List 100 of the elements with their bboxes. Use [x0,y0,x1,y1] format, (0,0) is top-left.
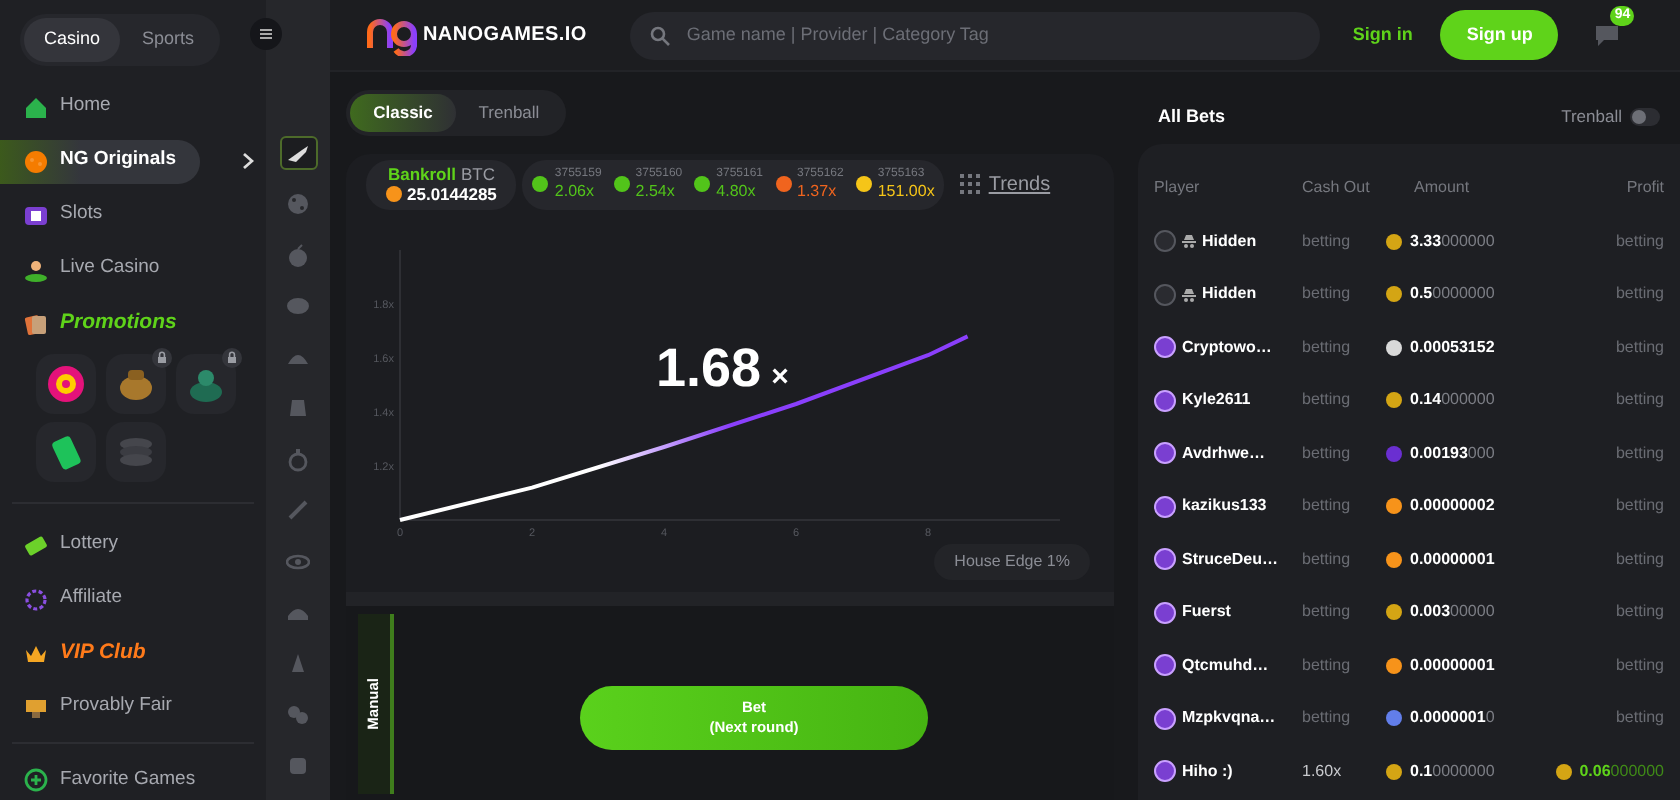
menu-item[interactable]: VIP Club [0,631,188,675]
cash-out-value: 1.60x [1302,759,1344,784]
menu-button[interactable] [250,18,282,50]
multiplier-value: 1.68 [656,335,762,402]
profit-value: betting [1615,600,1664,625]
cash-out-value: betting [1302,653,1353,678]
column-header: Amount [1412,175,1472,199]
player-name: Kyle2611 [1182,388,1251,413]
menu-item[interactable]: Affiliate [0,577,188,621]
section-tab[interactable]: Casino [24,18,120,61]
eye-icon [286,549,310,573]
round-multiplier: 151.00x [877,182,935,201]
ring-icon [24,587,48,611]
menu-item[interactable]: Home [0,85,188,129]
column-header: Cash Out [1302,175,1372,199]
cash-out-value: betting [1302,282,1353,307]
house-edge-badge: House Edge 1% [934,543,1090,580]
bet-amount: 0.10000000 [1410,759,1495,784]
bet-amount: 0.50000000 [1410,282,1495,307]
column-header: Player [1154,175,1202,199]
logo-text[interactable]: NANOGAMES.IO [423,20,587,50]
player-name: Fuerst [1182,600,1231,625]
menu-item[interactable]: Slots [0,193,188,237]
menu-item[interactable]: Lottery [0,523,188,567]
round-multiplier: 1.37x [797,182,839,201]
ball-icon [24,149,48,173]
bet-amount: 0.14000000 [1410,388,1495,413]
slot-machine-icon [24,203,48,227]
person-icon [24,257,48,281]
promo-tile[interactable] [176,353,236,413]
player-name: Hiho :) [1182,759,1233,784]
profit-value: betting [1615,335,1664,360]
chat-icon[interactable] [1594,23,1621,47]
logo-icon[interactable] [366,15,418,55]
bankroll-amount: 25.0144285 [407,184,497,205]
incognito-icon [1182,287,1196,302]
player-name: Hidden [1202,229,1257,254]
wheel-icon [46,363,86,403]
profit-value: betting [1615,653,1664,678]
square-icon [286,753,310,777]
bet-amount: 0.00000010 [1410,706,1495,731]
promo-tile[interactable] [36,421,96,481]
bankroll-label: Bankroll [387,164,456,185]
round-multiplier: 2.54x [635,182,677,201]
player-name: Cryptowo… [1182,335,1272,360]
bet-amount: 3.33000000 [1410,229,1495,254]
bomb-icon [286,243,310,267]
trends-button[interactable]: Trends [960,169,1051,200]
profit-value: betting [1615,494,1664,519]
stopwatch-icon [286,447,310,471]
profit-value: betting [1615,282,1664,307]
profit-value: betting [1615,229,1664,254]
sign-in-link[interactable]: Sign in [1352,21,1413,49]
ball-icon [286,294,310,318]
search-bar[interactable]: Game name | Provider | Category Tag [630,11,1321,59]
round-multiplier: 4.80x [716,182,758,201]
menu-item[interactable]: Provably Fair [0,685,192,729]
multiplier-sign: × [771,357,789,398]
promo-tile[interactable] [106,421,166,481]
bet-amount: 0.00000001 [1410,547,1495,572]
menu-item[interactable]: NG Originals [0,139,200,183]
player-name: kazikus133 [1182,494,1267,519]
toggle-switch[interactable] [1630,108,1660,127]
menu-item[interactable]: Favorite Games [0,759,216,800]
plus-circle-icon [24,767,48,792]
cash-out-value: betting [1302,706,1353,731]
search-field[interactable]: Game name | Provider | Category Tag [682,19,1301,51]
ticket-icon [24,533,48,557]
search-icon [650,25,671,45]
player-name: Mzpkvqna… [1182,706,1276,731]
mode-tab[interactable]: Classic [350,94,456,132]
menu-item[interactable]: Promotions [0,301,197,345]
player-name: Hidden [1202,282,1257,307]
cash-out-value: betting [1302,441,1353,466]
bet-amount: 0.00300000 [1410,600,1495,625]
menu-item[interactable]: Live Casino [0,247,188,291]
menu-icon [260,28,272,40]
profit-value: betting [1615,547,1664,572]
cash-out-value: betting [1302,547,1353,572]
player-name: Avdrhwe… [1182,441,1265,466]
profit-value: 0.06000000 [1579,759,1664,784]
grid-icon [960,174,981,195]
chips-icon [286,702,310,726]
chevron-icon[interactable] [242,152,254,170]
cash-out-value: betting [1302,494,1353,519]
mode-tab[interactable]: Trenball [456,94,562,132]
house-icon [24,95,48,119]
currency-label: BTC [460,164,495,185]
game-shortcut[interactable] [279,136,317,170]
section-tab[interactable]: Sports [120,18,216,61]
profit-value: betting [1615,441,1664,466]
crown-icon [24,641,48,665]
cash-out-value: betting [1302,600,1353,625]
bet-amount: 0.00000002 [1410,494,1495,519]
promo-tile[interactable] [106,353,166,413]
cash-out-value: betting [1302,229,1353,254]
dice-icon [286,192,310,216]
promo-tile[interactable] [36,353,96,413]
player-name: Qtcmuhd… [1182,653,1269,678]
bet-amount: 0.00053152 [1410,335,1495,360]
